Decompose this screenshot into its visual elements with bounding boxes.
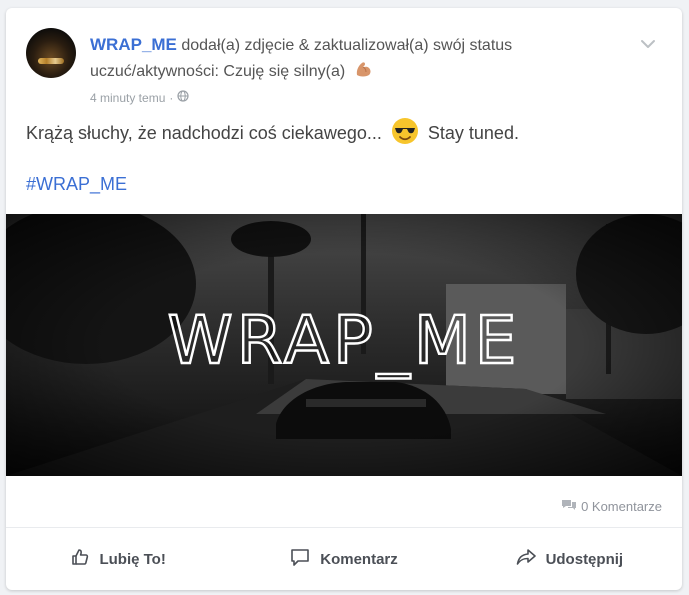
post-header: WRAP_ME dodał(a) zdjęcie & zaktualizował… [26, 28, 662, 105]
globe-icon [177, 90, 189, 105]
author-name-link[interactable]: WRAP_ME [90, 35, 177, 54]
comments-icon [561, 498, 577, 515]
comment-button[interactable]: Komentarz [231, 528, 456, 590]
thumbs-up-icon [71, 548, 89, 570]
like-label: Lubię To! [99, 550, 166, 568]
post-meta: 4 minuty temu · [90, 90, 189, 105]
image-overlay-title: WRAP_ME [167, 302, 520, 379]
hashtag-link[interactable]: #WRAP_ME [26, 174, 127, 195]
like-button[interactable]: Lubię To! [6, 528, 231, 590]
post-actions: Lubię To! Komentarz Udostępnij [6, 528, 682, 590]
post-image[interactable]: WRAP_ME [6, 204, 682, 476]
comments-count-label: 0 Komentarze [581, 499, 662, 514]
post-text-tail: Stay tuned. [427, 123, 519, 143]
post-timestamp[interactable]: 4 minuty temu [90, 91, 165, 105]
share-label: Udostępnij [545, 550, 624, 568]
avatar-car-lights [38, 58, 64, 64]
sunglasses-emoji-icon [391, 117, 419, 156]
comment-label: Komentarz [320, 550, 398, 568]
comment-icon [290, 547, 310, 571]
comments-count-link[interactable]: 0 Komentarze [561, 498, 662, 515]
share-button[interactable]: Udostępnij [457, 528, 682, 590]
post-author-line: WRAP_ME dodał(a) zdjęcie & zaktualizował… [90, 32, 630, 88]
post-card: WRAP_ME dodał(a) zdjęcie & zaktualizował… [6, 8, 682, 590]
post-text-main: Krążą słuchy, że nadchodzi coś ciekawego… [26, 123, 382, 143]
meta-separator: · [169, 90, 174, 105]
flexed-biceps-icon [354, 59, 374, 88]
post-text: Krążą słuchy, że nadchodzi coś ciekawego… [26, 116, 666, 156]
chevron-down-icon[interactable] [638, 34, 658, 54]
share-icon [516, 548, 536, 570]
avatar[interactable] [26, 28, 76, 78]
